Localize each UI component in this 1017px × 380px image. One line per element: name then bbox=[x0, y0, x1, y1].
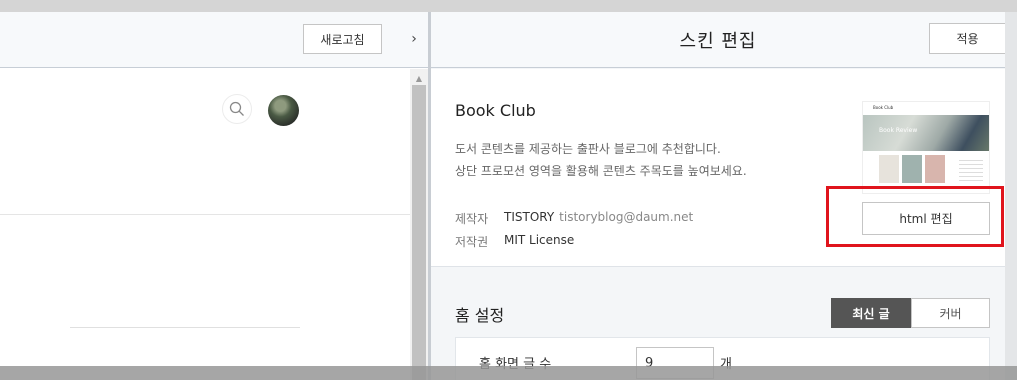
license-row: 저작권 MIT License bbox=[455, 233, 574, 250]
maker-row: 제작자 TISTORY tistoryblog@daum.net bbox=[455, 210, 693, 227]
divider bbox=[70, 327, 300, 328]
skin-editor-screen: 새로고침 › ▲ 스킨 편집 적용 Book Club 도서 콘텐츠를 제공하는… bbox=[0, 0, 1017, 380]
maker-label: 제작자 bbox=[455, 212, 489, 226]
thumbnail-blog-name: Book Club bbox=[863, 102, 989, 114]
page-title: 스킨 편집 bbox=[679, 31, 757, 52]
editor-header: 스킨 편집 적용 bbox=[431, 12, 1006, 68]
thumbnail-text-lines bbox=[959, 157, 983, 183]
tab-latest-posts[interactable]: 최신 글 bbox=[831, 298, 911, 328]
license-value: MIT License bbox=[504, 233, 575, 247]
skin-description-line: 상단 프로모션 영역을 활용해 콘텐츠 주목도를 높여보세요. bbox=[455, 164, 747, 178]
maker-email: tistoryblog@daum.net bbox=[559, 210, 694, 224]
preview-pane: 새로고침 › ▲ bbox=[0, 12, 428, 380]
thumbnail-card bbox=[925, 155, 945, 183]
skin-name: Book Club bbox=[455, 101, 536, 120]
home-settings-section: 홈 설정 최신 글 커버 홈 화면 글 수 개 bbox=[431, 268, 1005, 380]
divider bbox=[0, 214, 410, 215]
scroll-up-arrow-icon[interactable]: ▲ bbox=[410, 71, 428, 85]
top-band bbox=[0, 0, 1017, 12]
search-icon[interactable] bbox=[222, 94, 252, 124]
thumbnail-hero-text: Book Review bbox=[879, 127, 918, 134]
maker-name: TISTORY bbox=[504, 210, 555, 224]
window-edge bbox=[1005, 12, 1017, 380]
skin-info-card: Book Club 도서 콘텐츠를 제공하는 출판사 블로그에 추천합니다. 상… bbox=[431, 69, 1005, 267]
editor-pane: 스킨 편집 적용 Book Club 도서 콘텐츠를 제공하는 출판사 블로그에… bbox=[431, 12, 1006, 380]
thumbnail-card bbox=[902, 155, 922, 183]
skin-description: 도서 콘텐츠를 제공하는 출판사 블로그에 추천합니다. 상단 프로모션 영역을… bbox=[455, 138, 747, 182]
skin-description-line: 도서 콘텐츠를 제공하는 출판사 블로그에 추천합니다. bbox=[455, 142, 721, 156]
license-label: 저작권 bbox=[455, 235, 489, 249]
thumbnail-card bbox=[879, 155, 899, 183]
skin-thumbnail: Book Club Book Review bbox=[862, 101, 990, 194]
blog-preview bbox=[0, 69, 410, 380]
tab-cover[interactable]: 커버 bbox=[911, 298, 990, 328]
preview-header: 새로고침 › bbox=[0, 12, 428, 68]
scroll-thumb[interactable] bbox=[412, 85, 426, 380]
avatar[interactable] bbox=[268, 95, 299, 126]
apply-button[interactable]: 적용 bbox=[929, 23, 1006, 54]
refresh-button[interactable]: 새로고침 bbox=[303, 24, 382, 54]
collapse-panel-toggle[interactable]: › bbox=[405, 24, 423, 54]
preview-scrollbar[interactable]: ▲ bbox=[410, 69, 428, 380]
html-edit-button[interactable]: html 편집 bbox=[862, 202, 990, 235]
section-title: 홈 설정 bbox=[455, 306, 505, 325]
bottom-overlay-band bbox=[0, 366, 1017, 380]
